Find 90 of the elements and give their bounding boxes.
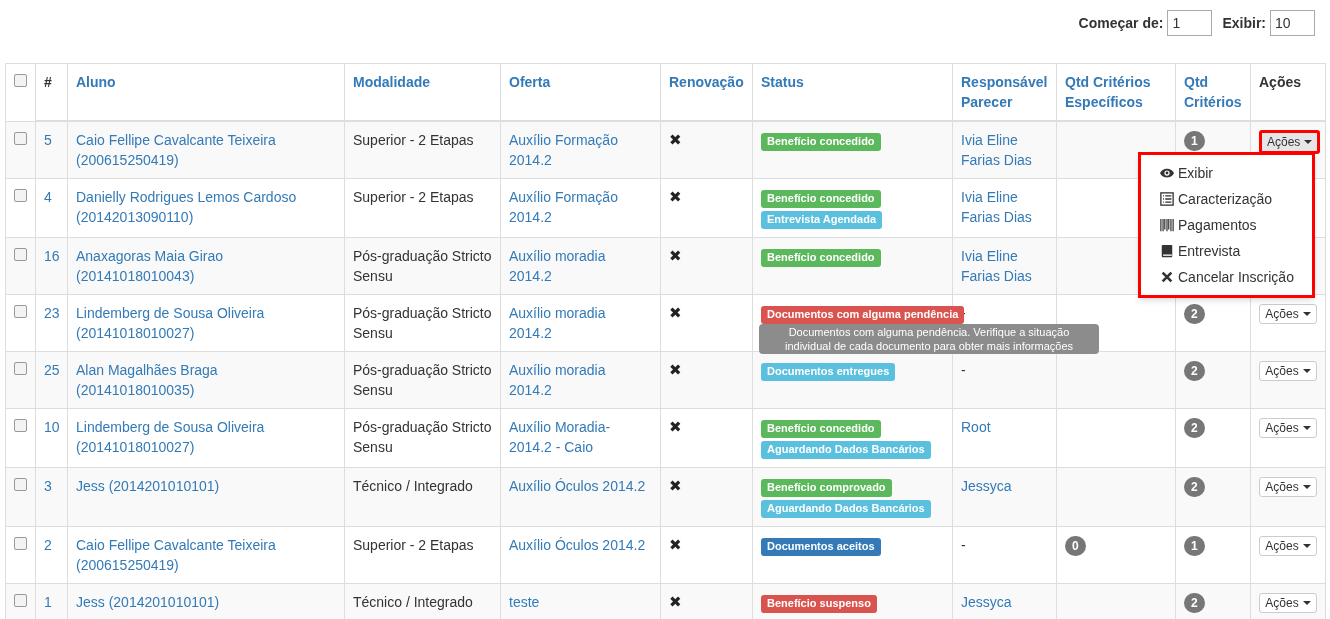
checkbox[interactable] [14, 478, 27, 491]
status-label: Entrevista Agendada [761, 211, 882, 229]
actions-dropdown-button[interactable]: Ações [1259, 477, 1317, 497]
status-label: Benefício concedido [761, 420, 881, 438]
renewal-mark: ✖ [669, 188, 682, 206]
count-badge: 2 [1184, 477, 1205, 497]
id-link[interactable]: 4 [44, 189, 52, 205]
menu-item[interactable]: Pagamentos [1141, 212, 1312, 238]
checkbox[interactable] [14, 419, 27, 432]
id-link[interactable]: 10 [44, 419, 60, 435]
reviewer-text: - [961, 304, 967, 323]
renewal-mark: ✖ [669, 361, 682, 379]
menu-item[interactable]: Cancelar Inscrição [1141, 264, 1312, 290]
id-link[interactable]: 1 [44, 594, 52, 610]
status-label: Benefício concedido [761, 249, 881, 267]
status-label: Benefício comprovado [761, 479, 892, 497]
count-badge: 2 [1184, 593, 1205, 613]
modality-text: Superior - 2 Etapas [353, 188, 475, 207]
renewal-mark: ✖ [669, 247, 682, 265]
count-badge: 2 [1184, 418, 1205, 438]
caret-icon [1302, 426, 1311, 430]
column-header: Ações [1259, 73, 1303, 92]
bars-icon [1160, 218, 1174, 232]
modality-text: Pós-graduação Stricto Sensu [353, 304, 492, 343]
renewal-mark: ✖ [669, 536, 682, 554]
modality-text: Pós-graduação Stricto Sensu [353, 247, 492, 286]
checkbox[interactable] [14, 131, 27, 145]
close-icon [1160, 270, 1174, 284]
reviewer-text: - [961, 361, 967, 380]
id-link[interactable]: 23 [44, 305, 60, 321]
reviewer-text: - [961, 536, 967, 555]
book-icon [1160, 244, 1174, 258]
checkbox[interactable] [14, 537, 27, 550]
caret-icon [1302, 601, 1311, 605]
caret-icon [1302, 485, 1311, 489]
start-field[interactable]: 1 [1167, 10, 1213, 36]
checkbox[interactable] [14, 189, 27, 202]
status-label: Benefício concedido [761, 190, 881, 208]
checkbox[interactable] [14, 74, 27, 87]
checkbox[interactable] [14, 305, 27, 318]
checkbox[interactable] [14, 248, 27, 261]
modality-text: Pós-graduação Stricto Sensu [353, 361, 492, 400]
list-icon [1160, 192, 1174, 206]
status-label: Benefício concedido [761, 133, 881, 151]
renewal-mark: ✖ [669, 593, 682, 611]
actions-dropdown-button[interactable]: Ações [1259, 593, 1317, 613]
show-label: Exibir: [1222, 13, 1266, 33]
caret-icon [1302, 312, 1311, 316]
actions-dropdown-button[interactable]: Ações [1259, 130, 1321, 154]
count-badge: 2 [1184, 361, 1205, 381]
modality-text: Técnico / Integrado [353, 593, 474, 612]
modality-text: Superior - 2 Etapas [353, 131, 475, 150]
eye-icon [1160, 166, 1174, 180]
status-label: Documentos entregues [761, 363, 896, 381]
menu-item[interactable]: Caracterização [1141, 186, 1312, 212]
id-link[interactable]: 5 [44, 132, 52, 148]
actions-dropdown-button[interactable]: Ações [1259, 304, 1317, 324]
actions-dropdown-button[interactable]: Ações [1259, 536, 1317, 556]
id-link[interactable]: 25 [44, 362, 60, 378]
status-label: Benefício suspenso [761, 595, 877, 613]
start-label: Começar de: [1078, 13, 1164, 33]
id-link[interactable]: 3 [44, 478, 52, 494]
caret-icon [1302, 544, 1311, 548]
renewal-mark: ✖ [669, 418, 682, 436]
modality-text: Técnico / Integrado [353, 477, 474, 496]
actions-dropdown-button[interactable]: Ações [1259, 361, 1317, 381]
modality-text: Pós-graduação Stricto Sensu [353, 418, 492, 457]
renewal-mark: ✖ [669, 304, 682, 322]
count-badge: 1 [1184, 131, 1205, 151]
id-link[interactable]: 16 [44, 248, 60, 264]
caret-icon [1302, 369, 1311, 373]
status-label: Aguardando Dados Bancários [761, 441, 931, 459]
caret-icon [1304, 140, 1313, 144]
status-label: Documentos aceitos [761, 538, 881, 556]
status-label: Aguardando Dados Bancários [761, 500, 931, 518]
renewal-mark: ✖ [669, 477, 682, 495]
menu-item[interactable]: Entrevista [1141, 238, 1312, 264]
count-badge: 2 [1184, 304, 1205, 324]
menu-item[interactable]: Exibir [1141, 160, 1312, 186]
count-badge: 0 [1065, 536, 1086, 556]
tooltip: Documentos com alguma pendência. Verifique a situação individual de cada documento para obter mais informações [759, 324, 1099, 354]
count-badge: 1 [1184, 536, 1205, 556]
column-header: # [44, 73, 53, 92]
checkbox[interactable] [14, 594, 27, 607]
id-link[interactable]: 2 [44, 537, 52, 553]
renewal-mark: ✖ [669, 131, 682, 149]
actions-dropdown-button[interactable]: Ações [1259, 418, 1317, 438]
show-field[interactable]: 10 [1270, 10, 1315, 36]
checkbox[interactable] [14, 362, 27, 375]
modality-text: Superior - 2 Etapas [353, 536, 475, 555]
